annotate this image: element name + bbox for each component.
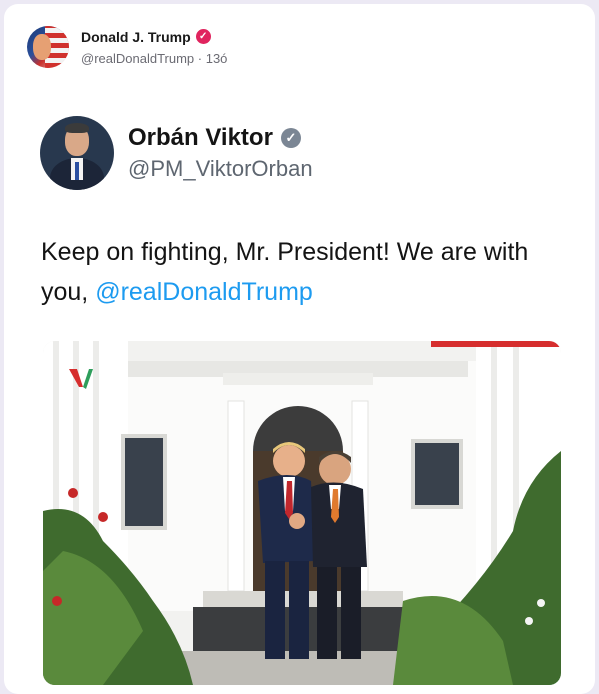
avatar-face <box>33 34 51 60</box>
flower <box>98 512 108 522</box>
meta-separator: · <box>194 50 206 66</box>
verified-badge-icon: ✓ <box>195 29 211 44</box>
person-left-leg <box>265 561 285 659</box>
embed-photo[interactable] <box>43 341 561 685</box>
author-name[interactable]: Donald J. Trump <box>81 29 191 45</box>
door-pilaster <box>227 400 245 592</box>
embed-avatar[interactable] <box>40 116 114 190</box>
window-left <box>121 434 167 530</box>
author-handle[interactable]: @realDonaldTrump <box>81 51 194 66</box>
post-author[interactable]: Donald J. Trump ✓ @realDonaldTrump · 13ó <box>27 26 227 68</box>
embed-name[interactable]: Orbán Viktor <box>128 124 273 152</box>
flower <box>525 617 533 625</box>
embed-handle[interactable]: @PM_ViktorOrban <box>128 156 313 182</box>
mention-link[interactable]: @realDonaldTrump <box>95 278 313 306</box>
person-left-head <box>273 445 305 477</box>
author-avatar[interactable] <box>27 26 69 68</box>
author-text: Donald J. Trump ✓ @realDonaldTrump · 13ó <box>81 29 227 66</box>
photo-illustration <box>43 341 561 685</box>
flower <box>52 596 62 606</box>
author-meta: @realDonaldTrump · 13ó <box>81 51 227 66</box>
post-card: Donald J. Trump ✓ @realDonaldTrump · 13ó… <box>4 4 595 694</box>
avatar-tie <box>75 162 79 180</box>
flower <box>537 599 545 607</box>
author-name-row: Donald J. Trump ✓ <box>81 29 227 45</box>
person-left-leg <box>289 561 309 659</box>
person-right-leg <box>317 567 337 659</box>
avatar-hair <box>65 123 89 133</box>
handshake <box>289 513 305 529</box>
embedded-post-header[interactable]: Orbán Viktor ✓ @PM_ViktorOrban <box>40 116 313 190</box>
accent-red-bar <box>431 341 561 347</box>
window-right <box>411 439 463 509</box>
embed-identity: Orbán Viktor ✓ @PM_ViktorOrban <box>128 124 313 182</box>
verified-badge-icon: ✓ <box>280 128 301 148</box>
right-column-flute <box>491 341 497 591</box>
flower <box>68 488 78 498</box>
embed-name-row: Orbán Viktor ✓ <box>128 124 313 152</box>
pediment <box>223 373 373 385</box>
embed-text: Keep on fighting, Mr. President! We are … <box>41 232 561 312</box>
post-time[interactable]: 13ó <box>206 51 228 66</box>
person-right-leg <box>341 567 361 659</box>
